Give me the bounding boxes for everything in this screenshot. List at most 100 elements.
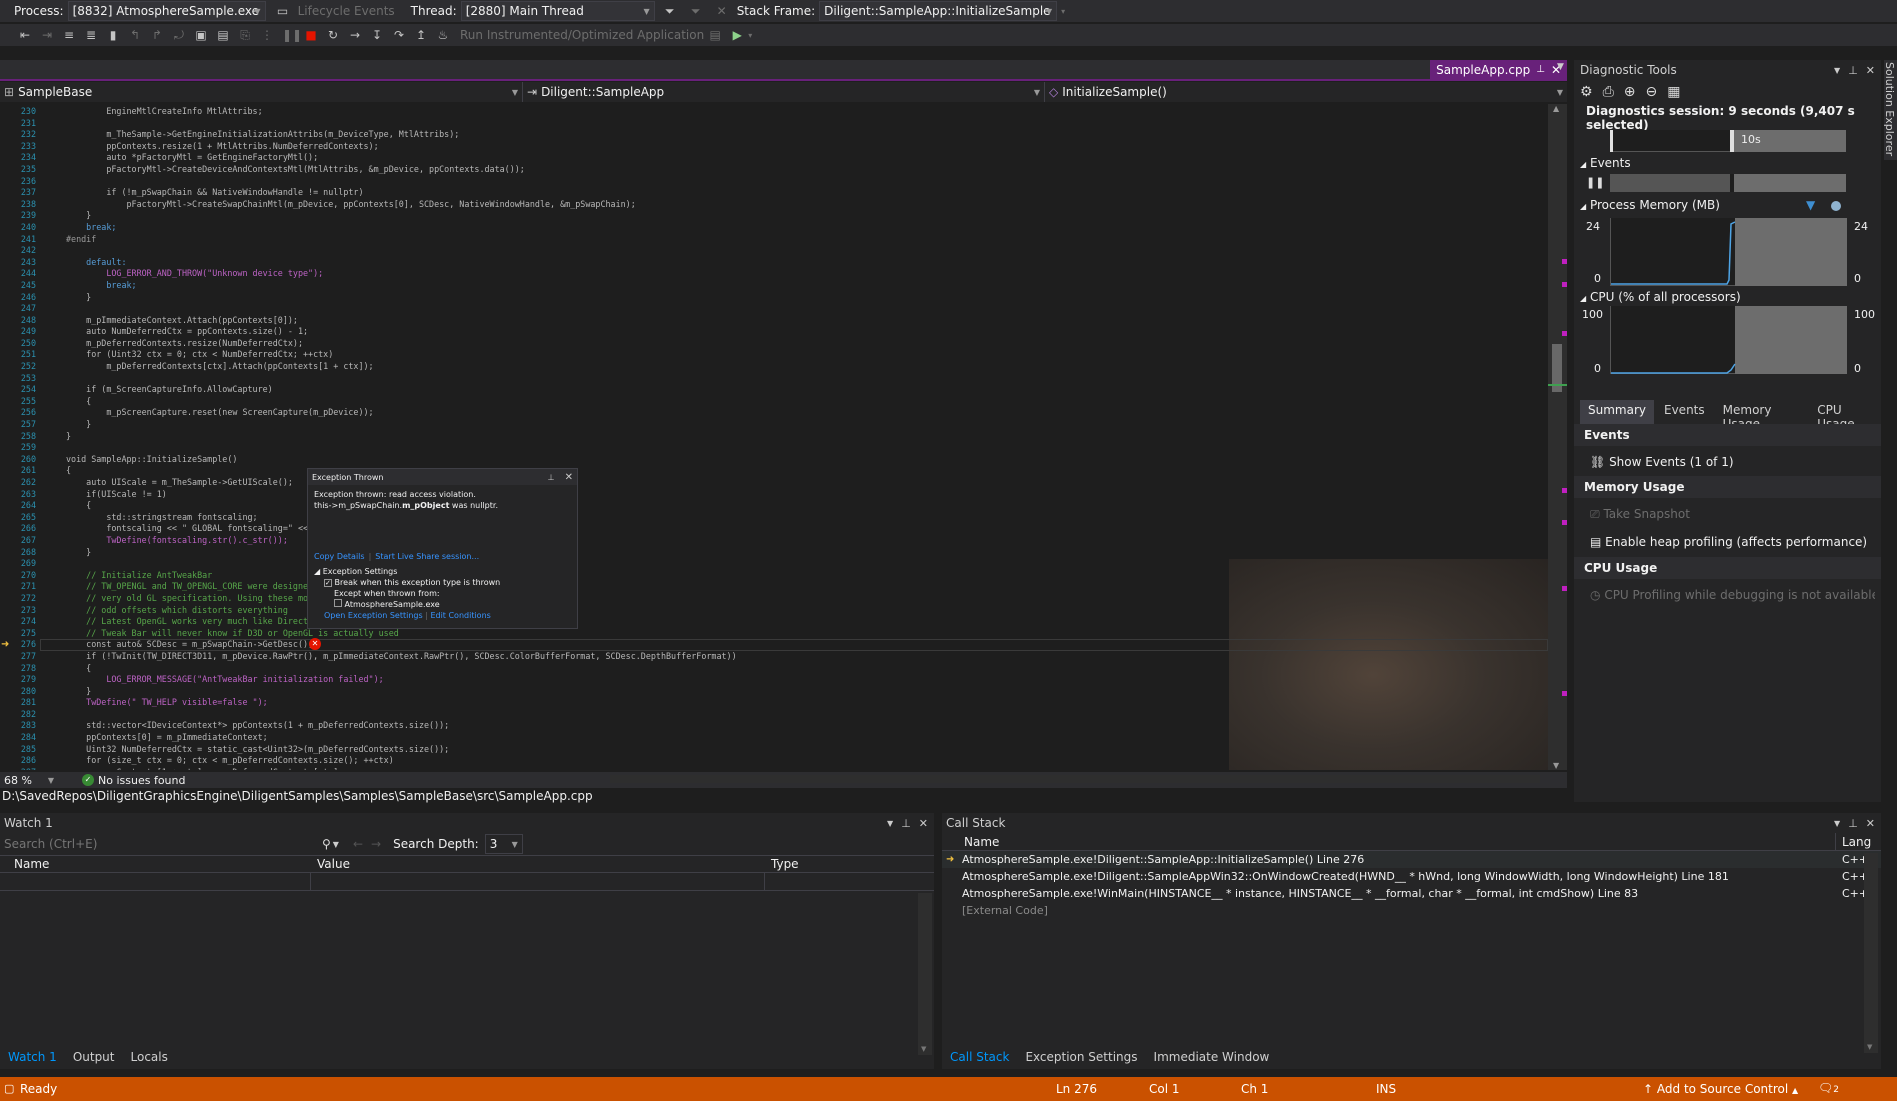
play-icon[interactable]: ▶ — [730, 28, 744, 42]
close-icon[interactable]: ✕ — [565, 472, 573, 483]
step-out-icon[interactable]: ↥ — [414, 28, 428, 42]
watch-search-input[interactable] — [0, 834, 320, 854]
code-line[interactable]: 244 LOG_ERROR_AND_THROW("Unknown device … — [0, 268, 1540, 280]
code-line[interactable]: 278 { — [0, 663, 1540, 675]
code-line[interactable]: 243 default: — [0, 257, 1540, 269]
code-line[interactable]: 281 TwDefine(" TW_HELP visible=false "); — [0, 697, 1540, 709]
code-line[interactable]: 239 } — [0, 210, 1540, 222]
indent-icon[interactable]: ⇤ — [18, 28, 32, 42]
tab-call-stack[interactable]: Call Stack — [942, 1047, 1017, 1067]
watch-scrollbar[interactable]: ▼ — [918, 893, 932, 1055]
prev-bookmark-icon[interactable]: ↰ — [128, 28, 142, 42]
search-icon[interactable]: ⚲ — [322, 837, 331, 851]
pin-icon[interactable]: ⊥ — [901, 817, 911, 830]
window-menu-icon[interactable]: ▼ — [1834, 66, 1840, 75]
process-dropdown[interactable]: [8832] AtmosphereSample.exe ▼ — [67, 1, 266, 21]
code-line[interactable]: 275 // Tweak Bar will never know if D3D … — [0, 628, 1540, 640]
code-line[interactable]: 284 ppContexts[0] = m_pImmediateContext; — [0, 732, 1540, 744]
code-line[interactable]: 285 Uint32 NumDeferredCtx = static_cast<… — [0, 744, 1540, 756]
forward-arrow-icon[interactable]: → — [371, 837, 381, 851]
code-line[interactable]: 265 std::stringstream fontscaling; — [0, 512, 1540, 524]
stop-icon[interactable]: ■ — [304, 28, 318, 42]
pin-icon[interactable]: ⊥ — [548, 473, 555, 482]
code-line[interactable]: 252 m_pDeferredContexts[ctx].Attach(ppCo… — [0, 361, 1540, 373]
code-line[interactable]: 236 — [0, 176, 1540, 188]
column-type[interactable]: Type — [771, 857, 799, 871]
window-menu-icon[interactable]: ▼ — [1834, 819, 1840, 828]
solution-explorer-side-tab[interactable]: Solution Explorer — [1883, 60, 1897, 160]
run-instrumented-button[interactable]: Run Instrumented/Optimized Application — [460, 28, 704, 42]
code-line[interactable]: 232 m_TheSample->GetEngineInitialization… — [0, 129, 1540, 141]
show-next-statement-icon[interactable]: → — [348, 28, 362, 42]
code-line[interactable]: 276 const auto& SCDesc = m_pSwapChain->G… — [0, 639, 1540, 651]
zoom-in-icon[interactable]: ⊕ — [1624, 84, 1636, 100]
code-line[interactable]: 282 — [0, 709, 1540, 721]
save-all-icon[interactable]: ▤ — [216, 28, 230, 42]
code-line[interactable]: 263 if(UIScale != 1) — [0, 489, 1540, 501]
module-checkbox[interactable]: AtmosphereSample.exe — [314, 599, 500, 610]
code-line[interactable]: 255 { — [0, 396, 1540, 408]
flag-threads-icon[interactable]: ✕ — [715, 4, 729, 18]
events-track-header[interactable]: ◢ Events — [1580, 156, 1631, 170]
tab-well-dropdown-icon[interactable]: ▼ — [1557, 62, 1564, 72]
search-depth-dropdown[interactable]: 3 ▼ — [484, 834, 523, 854]
code-line[interactable]: 271 // TW_OPENGL and TW_OPENGL_CORE were… — [0, 581, 1540, 593]
callstack-row[interactable]: ➜ AtmosphereSample.exe!Diligent::SampleAp… — [942, 851, 1881, 868]
code-line[interactable]: 286 for (size_t ctx = 0; ctx < m_pDeferr… — [0, 755, 1540, 767]
callstack-row[interactable]: AtmosphereSample.exe!WinMain(HINSTANCE__… — [942, 885, 1881, 902]
parallel-icon[interactable]: ⋮ — [260, 28, 274, 42]
code-line[interactable]: 269 — [0, 558, 1540, 570]
timeline-ruler[interactable]: 10s — [1610, 130, 1846, 152]
search-options-icon[interactable]: ▼ — [333, 840, 339, 849]
callstack-scrollbar[interactable]: ▼ — [1864, 853, 1878, 1053]
code-line[interactable]: 270 // Initialize AntTweakBar — [0, 570, 1540, 582]
restart-icon[interactable]: ↻ — [326, 28, 340, 42]
code-line[interactable]: 258} — [0, 431, 1540, 443]
copy-details-link[interactable]: Copy Details — [314, 552, 365, 561]
scroll-up-arrow-icon[interactable]: ▲ — [1553, 104, 1559, 113]
step-over-icon[interactable]: ↷ — [392, 28, 406, 42]
timeline-cursor[interactable] — [1730, 130, 1734, 152]
tab-exception-settings[interactable]: Exception Settings — [1017, 1047, 1145, 1067]
back-arrow-icon[interactable]: ← — [353, 837, 363, 851]
code-line[interactable]: 246 } — [0, 292, 1540, 304]
code-line[interactable]: 262 auto UIScale = m_TheSample->GetUISca… — [0, 477, 1540, 489]
code-line[interactable]: 280 } — [0, 686, 1540, 698]
callstack-row[interactable]: AtmosphereSample.exe!Diligent::SampleApp… — [942, 868, 1881, 885]
clear-bookmarks-icon[interactable]: ⤾ — [172, 28, 186, 42]
close-icon[interactable]: ✕ — [1866, 64, 1875, 77]
code-line[interactable]: 272 // very old GL specification. Using … — [0, 593, 1540, 605]
code-line[interactable]: 266 fontscaling << " GLOBAL fontscaling=… — [0, 523, 1540, 535]
code-line[interactable]: 240 break; — [0, 222, 1540, 234]
stackframe-dropdown[interactable]: Diligent::SampleApp::InitializeSample ▼ — [819, 1, 1058, 21]
export-icon[interactable]: ⎙ — [1603, 84, 1614, 100]
tab-immediate-window[interactable]: Immediate Window — [1146, 1047, 1278, 1067]
notifications-button[interactable]: 🗨2 — [1818, 1081, 1839, 1095]
code-line[interactable]: 261 { — [0, 465, 1540, 477]
code-line[interactable]: 248 m_pImmediateContext.Attach(ppContext… — [0, 315, 1540, 327]
live-share-link[interactable]: Start Live Share session... — [375, 552, 479, 561]
edit-conditions-link[interactable]: Edit Conditions — [430, 611, 490, 620]
issues-status[interactable]: No issues found — [98, 774, 185, 787]
code-line[interactable]: 253 — [0, 373, 1540, 385]
tab-watch1[interactable]: Watch 1 — [0, 1047, 65, 1067]
exception-marker-icon[interactable]: ✕ — [309, 638, 321, 650]
code-line[interactable]: 259 — [0, 442, 1540, 454]
code-line[interactable]: 254 if (m_ScreenCaptureInfo.AllowCapture… — [0, 384, 1540, 396]
pin-icon[interactable]: ⊥ — [1536, 64, 1545, 75]
window-menu-icon[interactable]: ▼ — [887, 819, 893, 828]
project-dropdown[interactable]: ⊞ SampleBase ▼ — [0, 82, 522, 102]
break-when-thrown-checkbox[interactable]: ✓ Break when this exception type is thro… — [314, 577, 500, 588]
pause-events-icon[interactable]: ❚❚ — [1586, 176, 1604, 189]
column-value[interactable]: Value — [317, 857, 350, 871]
callstack-row[interactable]: [External Code] — [942, 902, 1881, 919]
class-dropdown[interactable]: ⇥ Diligent::SampleApp ▼ — [522, 82, 1044, 102]
code-line[interactable]: 264 { — [0, 500, 1540, 512]
code-line[interactable]: 283 std::vector<IDeviceContext*> ppConte… — [0, 720, 1540, 732]
code-line[interactable]: 251 for (Uint32 ctx = 0; ctx < NumDeferr… — [0, 349, 1540, 361]
code-line[interactable]: 256 m_pScreenCapture.reset(new ScreenCap… — [0, 407, 1540, 419]
next-bookmark-icon[interactable]: ↱ — [150, 28, 164, 42]
instrumented-options-icon[interactable]: ▤ — [708, 28, 722, 42]
open-exception-settings-link[interactable]: Open Exception Settings — [324, 611, 423, 620]
source-control-button[interactable]: ↑ Add to Source Control ▲ — [1643, 1082, 1798, 1096]
